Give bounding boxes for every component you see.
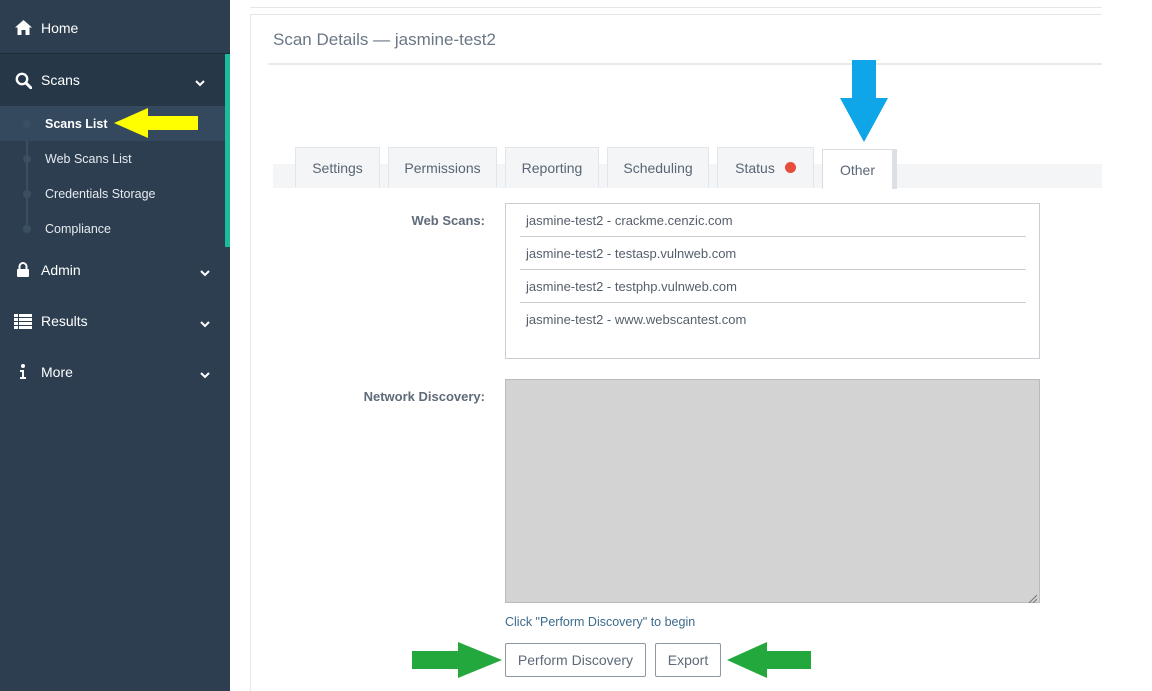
green-arrow-left-icon xyxy=(727,642,811,678)
bullet-dot-icon xyxy=(23,189,31,198)
chevron-down-icon xyxy=(200,367,210,379)
tab-label: Scheduling xyxy=(623,159,693,176)
subitem-label: Scans List xyxy=(45,116,108,131)
chevron-down-icon xyxy=(195,75,205,87)
home-icon xyxy=(14,19,32,37)
chevron-down-icon xyxy=(200,265,210,277)
yellow-arrow-left-icon xyxy=(114,108,198,138)
subitem-label: Credentials Storage xyxy=(45,186,156,201)
search-icon xyxy=(14,71,32,89)
sidebar-item-label: Results xyxy=(41,313,88,329)
subitem-label: Compliance xyxy=(45,221,112,236)
sidebar-item-home[interactable]: Home xyxy=(0,2,230,54)
network-discovery-textarea[interactable] xyxy=(505,379,1040,604)
tab-permissions[interactable]: Permissions xyxy=(388,147,497,187)
sidebar-item-results[interactable]: Results xyxy=(0,295,230,347)
green-arrow-right-icon xyxy=(412,642,502,678)
lock-icon xyxy=(14,261,32,279)
subitem-label: Web Scans List xyxy=(45,151,132,166)
sidebar-item-admin[interactable]: Admin xyxy=(0,244,230,296)
tab-status[interactable]: Status xyxy=(717,147,814,187)
sidebar-item-scans[interactable]: Scans xyxy=(0,54,230,106)
sidebar-item-label: Admin xyxy=(41,262,81,278)
sidebar-item-label: Scans xyxy=(41,72,80,88)
perform-discovery-button[interactable]: Perform Discovery xyxy=(505,643,646,677)
status-indicator-dot xyxy=(784,162,796,173)
discovery-hint: Click "Perform Discovery" to begin xyxy=(505,615,696,629)
resize-handle-icon[interactable] xyxy=(1027,590,1038,604)
network-discovery-label: Network Discovery: xyxy=(363,389,485,404)
top-panel-edge xyxy=(250,0,1102,8)
tab-other[interactable]: Other xyxy=(822,149,897,189)
list-item[interactable]: jasmine-test2 - www.webscantest.com xyxy=(520,303,1026,336)
tab-label: Status xyxy=(735,159,775,176)
blue-arrow-down-icon xyxy=(840,60,888,142)
list-item[interactable]: jasmine-test2 - crackme.cenzic.com xyxy=(520,204,1026,237)
page-title: Scan Details — jasmine-test2 xyxy=(273,30,496,49)
tab-label: Other xyxy=(839,161,875,178)
list-icon xyxy=(14,312,32,330)
tab-reporting[interactable]: Reporting xyxy=(505,147,599,187)
sidebar: Home Scans Scans List Web Scans List Cre… xyxy=(0,0,230,691)
bullet-dot-icon xyxy=(23,224,31,233)
sidebar-item-label: More xyxy=(41,364,73,380)
tab-scheduling[interactable]: Scheduling xyxy=(607,147,709,187)
list-item[interactable]: jasmine-test2 - testphp.vulnweb.com xyxy=(520,270,1026,303)
web-scans-list[interactable]: jasmine-test2 - crackme.cenzic.com jasmi… xyxy=(505,203,1040,359)
tab-label: Permissions xyxy=(404,159,481,176)
tab-settings[interactable]: Settings xyxy=(295,147,380,187)
list-item[interactable]: jasmine-test2 - testasp.vulnweb.com xyxy=(520,237,1026,270)
tab-label: Settings xyxy=(312,159,363,176)
sidebar-subitem-web-scans-list[interactable]: Web Scans List xyxy=(0,141,225,176)
chevron-down-icon xyxy=(200,316,210,328)
info-icon xyxy=(14,363,32,381)
bullet-dot-icon xyxy=(23,119,31,128)
sidebar-subitem-compliance[interactable]: Compliance xyxy=(0,211,225,246)
sidebar-item-label: Home xyxy=(41,19,79,36)
bullet-dot-icon xyxy=(23,154,31,163)
sidebar-subitem-credentials-storage[interactable]: Credentials Storage xyxy=(0,176,225,211)
web-scans-label: Web Scans: xyxy=(411,213,485,228)
export-button[interactable]: Export xyxy=(655,643,721,677)
tab-label: Reporting xyxy=(521,159,583,176)
title-divider xyxy=(268,63,1102,65)
sidebar-item-more[interactable]: More xyxy=(0,346,230,398)
